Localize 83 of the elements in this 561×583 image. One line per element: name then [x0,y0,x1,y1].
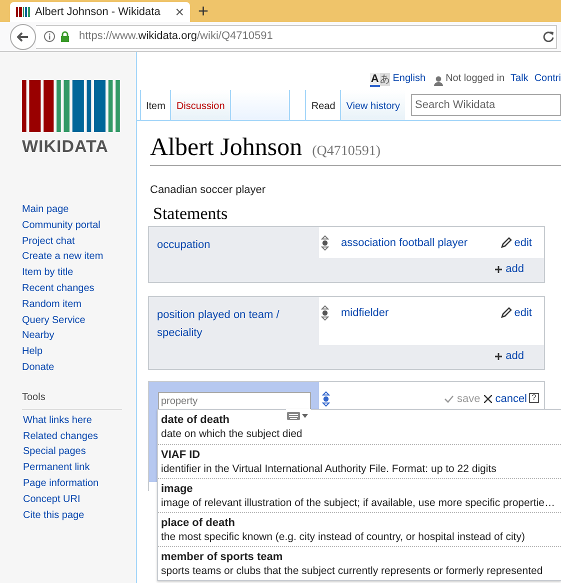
close-icon[interactable]: × [175,4,184,20]
suggestion-description: sports teams or clubs that the subject currently represents or formerly represented [161,564,544,578]
suggestion-item[interactable]: member of sports team sports teams or clubs that the subject currently represents or formerly represented [158,546,561,580]
page-tab[interactable]: View history [340,90,405,120]
keyboard-button[interactable] [286,409,311,422]
sidebar-link[interactable]: Concept URI [23,492,80,508]
suggestion-label: member of sports team [161,550,283,564]
sidebar-link[interactable]: Project chat [22,234,75,250]
suggestion-label: place of death [161,516,235,530]
suggestion-description: date on which the subject died [161,427,304,441]
suggestion-description: identifier in the Virtual International Authority File. Format: up to 22 digits [161,462,498,476]
property-field[interactable]: property [158,392,311,410]
help-icon[interactable]: ? [529,392,539,402]
add-link[interactable]: add [494,348,524,365]
page-title: Albert Johnson [150,133,302,163]
sidebar-link[interactable]: Donate [22,360,54,376]
sidebar-link[interactable]: Community portal [22,218,100,234]
personal-link[interactable]: Talk [510,71,528,86]
keyboard-icon [287,412,300,420]
sidebar-link[interactable]: Permanent link [23,460,90,476]
language-link[interactable]: English [392,71,426,86]
section-heading: Statements [153,202,229,224]
tab-title: Albert Johnson - Wikidata [35,4,162,20]
plus-icon [494,353,502,360]
login-status: Not logged in [446,72,505,86]
sidebar-link[interactable]: Nearby [22,328,54,344]
sidebar-link[interactable]: Create a new item [22,249,104,266]
suggestion-label: image [161,482,193,496]
search-field[interactable]: Search Wikidata [411,94,561,116]
check-icon [444,394,454,403]
sidebar-link[interactable]: Random item [22,296,82,313]
lock-icon [60,31,70,42]
suggestion-label: date of death [161,413,230,427]
add-link[interactable]: add [494,261,524,278]
rank-icon [321,234,329,250]
info-icon [44,31,55,42]
value-link[interactable]: midfielder [341,304,502,321]
pencil-icon [501,237,512,248]
sidebar-link[interactable]: Item by title [22,265,74,281]
back-arrow-icon [17,32,29,42]
tools-heading: Tools [22,390,122,410]
suggestion-item[interactable]: place of death the most specific known (e.g. city instead of country, or hospital instead of city) [158,512,561,546]
wikidata-logo[interactable]: WIKIDATA [22,80,120,155]
sidebar-link[interactable]: Special pages [23,444,86,460]
logo-wordmark: WIKIDATA [22,138,110,155]
sidebar-link[interactable]: Recent changes [22,280,94,297]
sidebar-link[interactable]: Related changes [23,428,98,444]
sidebar-link[interactable]: What links here [23,412,92,429]
pencil-icon [501,307,512,318]
sidebar-link[interactable]: Main page [22,202,69,218]
sidebar-link[interactable]: Cite this page [23,508,84,524]
edit-link[interactable]: edit [501,304,532,321]
user-icon [434,76,443,86]
sidebar-link[interactable]: Help [22,344,43,360]
new-tab-button[interactable]: + [198,2,209,20]
browser-tab[interactable]: Albert Johnson - Wikidata × [10,2,190,22]
value-link[interactable]: association football player [341,234,502,251]
page-tab[interactable]: Discussion [171,90,231,120]
page-tab[interactable]: Item [141,90,172,120]
property-link[interactable]: occupation [149,226,319,282]
suggestion-label: VIAF ID [161,448,200,462]
favicon-icon [16,7,30,17]
caret-icon [302,414,308,418]
suggestion-item[interactable]: VIAF ID identifier in the Virtual International Authority File. Format: up to 22 digits [158,444,561,478]
suggestion-description: image of relevant illustration of the subject; if available, use more specific propertie… [161,496,556,510]
page-tab[interactable]: Read [305,90,340,120]
suggestion-item[interactable]: image image of relevant illustration of the subject; if available, use more specific propertie… [158,478,561,512]
suggestion-description: the most specific known (e.g. city instead of country, or hospital instead of city) [161,530,526,544]
property-link[interactable]: position played on team / speciality [149,296,319,368]
rank-icon [321,304,329,320]
item-id: (Q4710591) [312,143,381,161]
personal-link[interactable]: Contri [534,71,561,86]
sidebar-link[interactable]: Query Service [22,312,86,328]
reload-icon [543,31,554,42]
close-icon [484,394,492,403]
plus-icon [494,266,502,273]
sidebar-link[interactable]: Page information [23,476,99,492]
back-button[interactable] [10,24,36,50]
suggestion-item[interactable]: date of death date on which the subject died [158,410,561,444]
cancel-button[interactable]: cancel [484,390,527,407]
item-description: Canadian soccer player [150,183,267,198]
edit-link[interactable]: edit [501,234,532,251]
rank-icon [322,390,330,406]
